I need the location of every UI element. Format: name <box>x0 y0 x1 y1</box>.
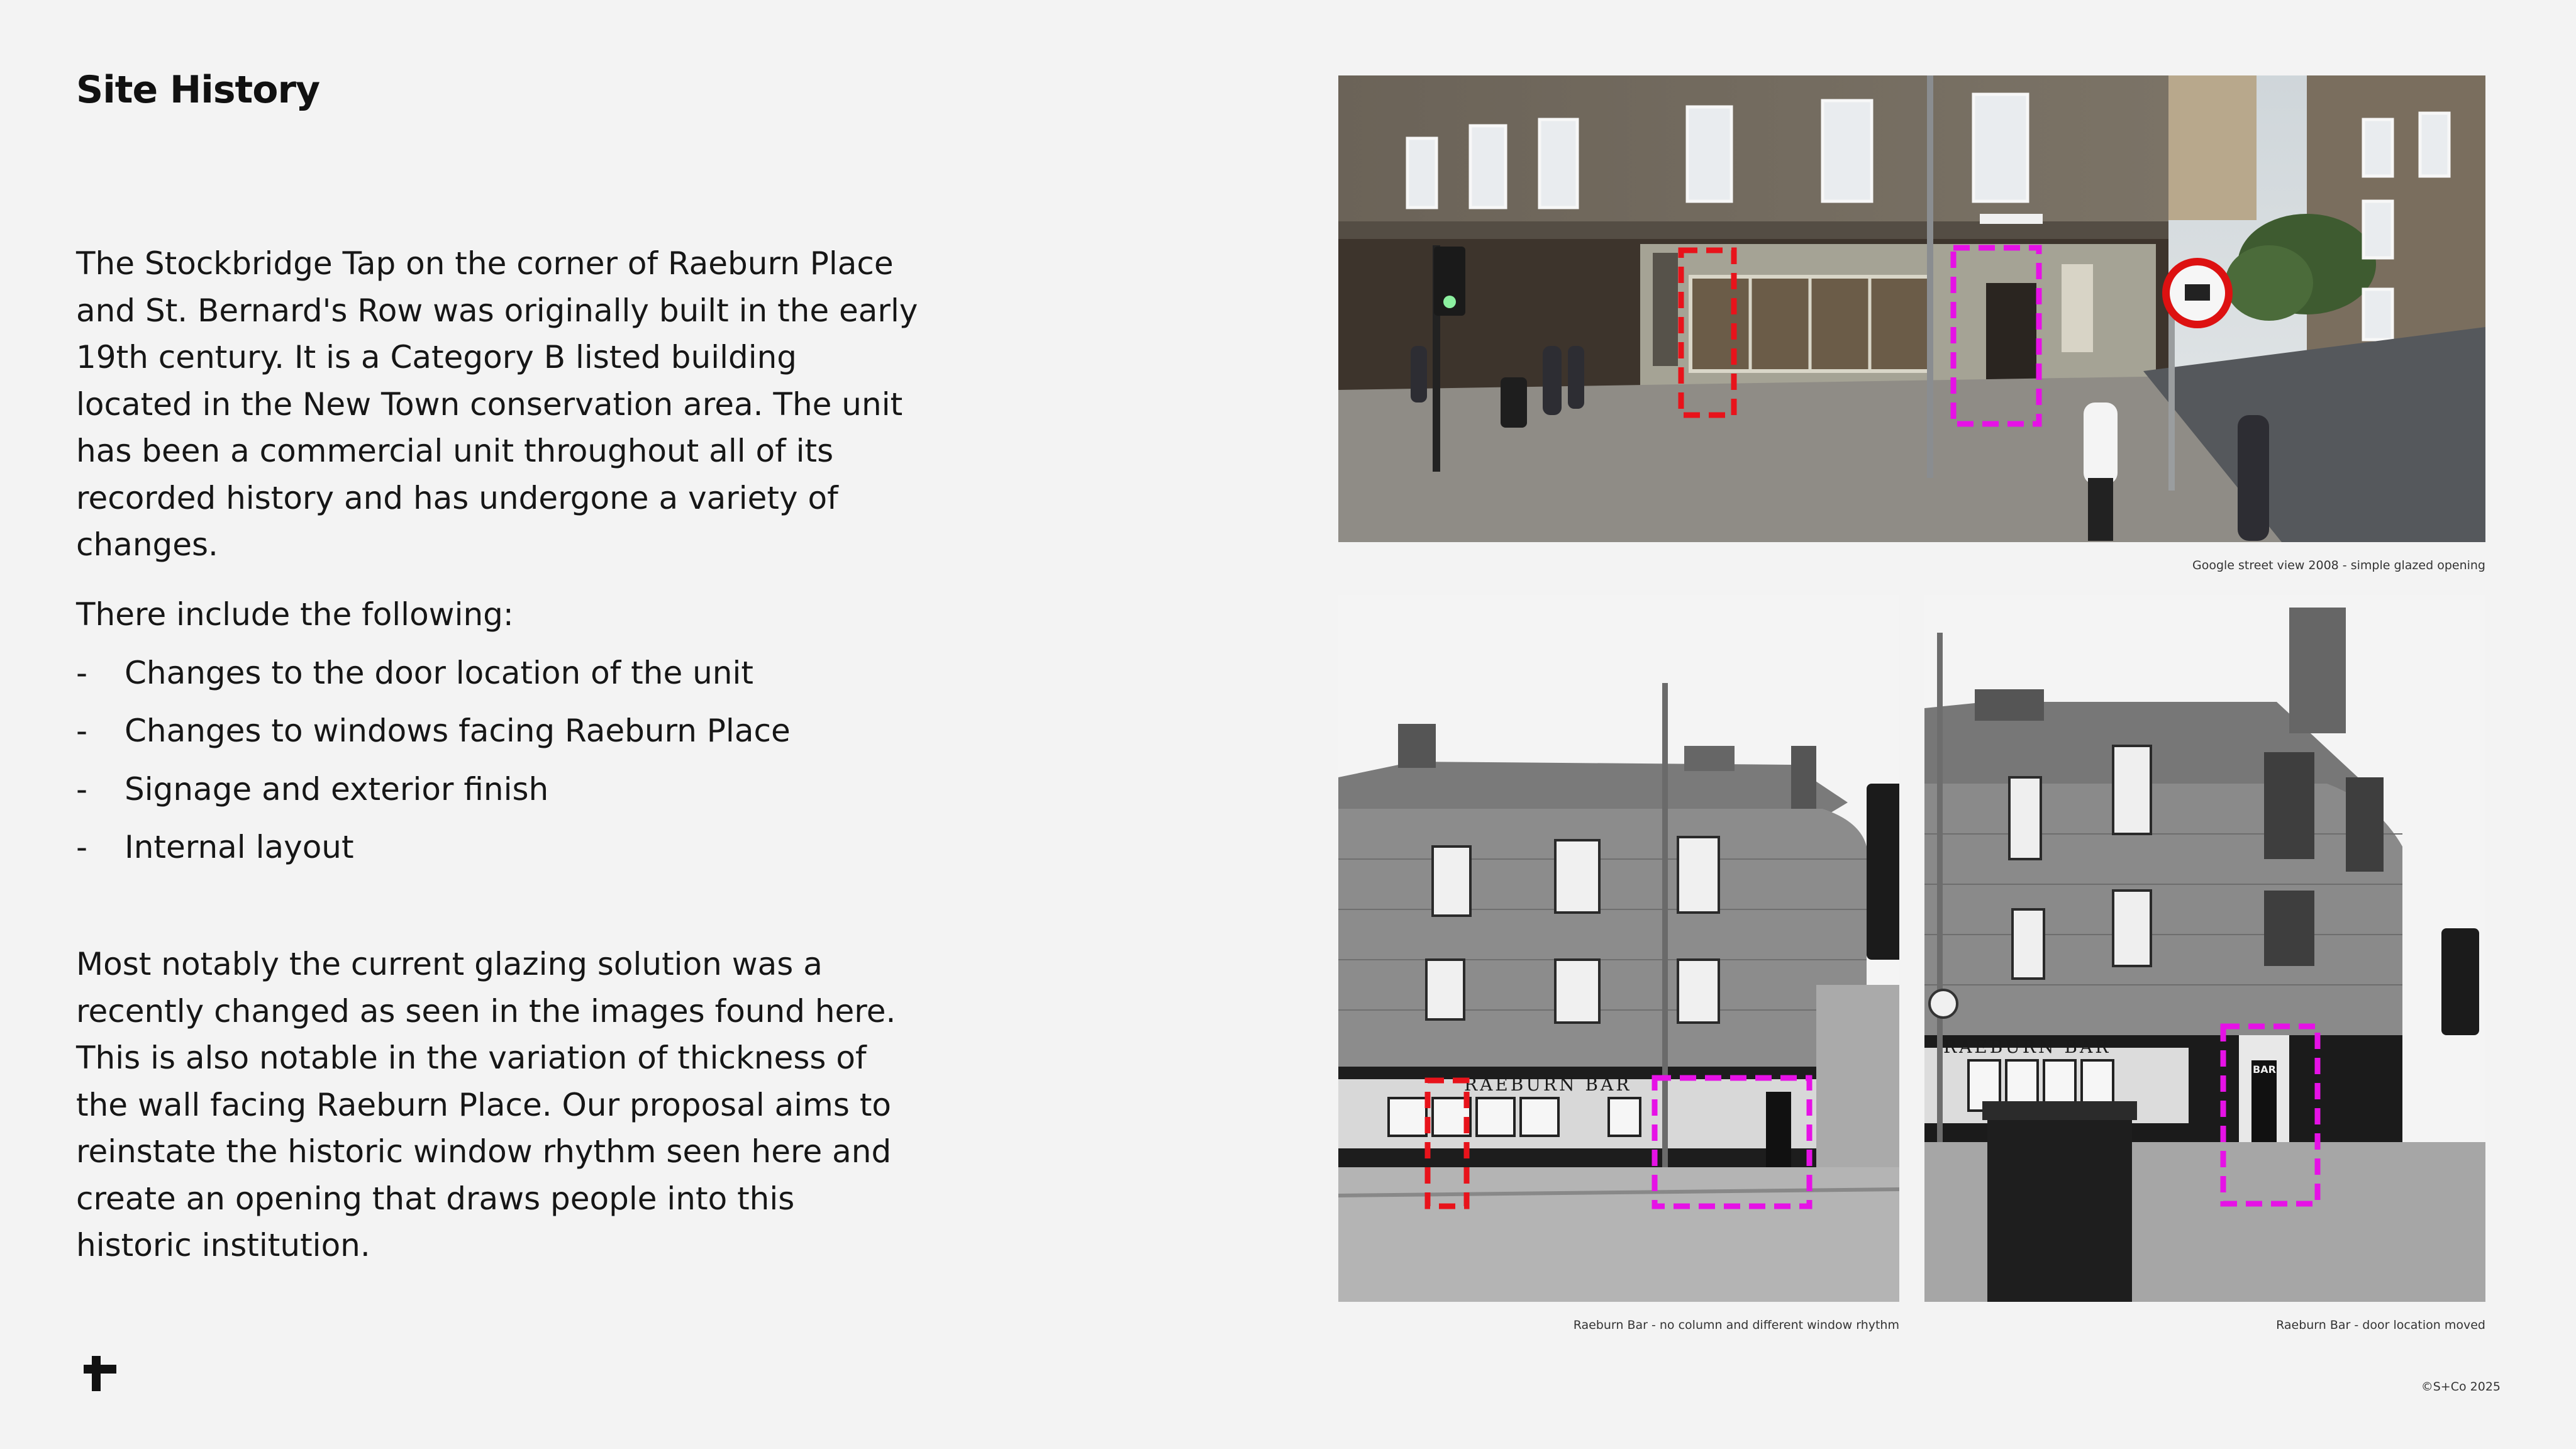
list-item: - Changes to windows facing Raeburn Place <box>76 708 919 766</box>
historic-photo-left-caption: Raeburn Bar - no column and different wi… <box>1573 1318 1899 1332</box>
changes-section: There include the following: - Changes to… <box>76 591 919 882</box>
bullet-dash: - <box>76 654 88 691</box>
intro-text: The Stockbridge Tap on the corner of Rae… <box>76 245 918 563</box>
list-intro: There include the following: <box>76 596 514 633</box>
bullet-dash: - <box>76 770 88 808</box>
bullet-dash: - <box>76 713 88 749</box>
conclusion-paragraph: Most notably the current glazing solutio… <box>76 941 919 1269</box>
list-item-text: Signage and exterior finish <box>125 770 549 808</box>
list-item-text: Internal layout <box>125 829 354 865</box>
list-item-text: Changes to windows facing Raeburn Place <box>125 713 791 749</box>
historic-photo-right-caption: Raeburn Bar - door location moved <box>2276 1318 2485 1332</box>
historic-photo-right: RAEBURN BAR BAR <box>1924 595 2485 1302</box>
bullet-dash: - <box>76 829 88 865</box>
copyright-notice: ©S+Co 2025 <box>2421 1380 2501 1394</box>
street-view-caption: Google street view 2008 - simple glazed … <box>2192 558 2485 572</box>
shop-sign-right: RAEBURN BAR <box>1943 1036 2111 1057</box>
intro-paragraph: The Stockbridge Tap on the corner of Rae… <box>76 240 919 569</box>
historic-photo-left: RAEBURN BAR <box>1338 595 1899 1302</box>
list-item-text: Changes to the door location of the unit <box>125 654 753 691</box>
list-item: - Changes to the door location of the uni… <box>76 650 919 708</box>
plus-logo-icon <box>76 1356 116 1391</box>
door-sign: BAR <box>2253 1063 2276 1075</box>
page-title: Site History <box>76 68 320 112</box>
shop-sign-left: RAEBURN BAR <box>1464 1074 1631 1095</box>
list-item: - Internal layout <box>76 824 919 882</box>
street-view-photo <box>1338 75 2485 542</box>
list-item: - Signage and exterior finish <box>76 766 919 824</box>
changes-list: - Changes to the door location of the uni… <box>76 650 919 882</box>
conclusion-text: Most notably the current glazing solutio… <box>76 946 896 1263</box>
